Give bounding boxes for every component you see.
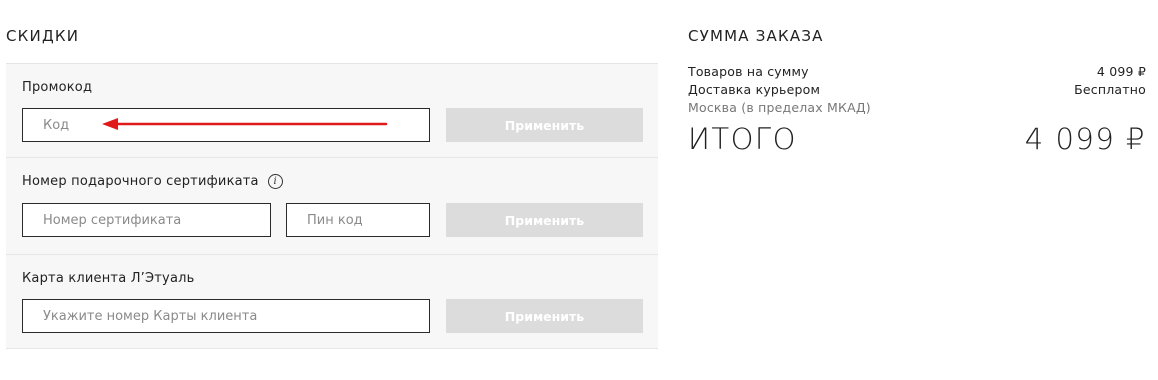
apply-certificate-button[interactable]: Применить	[446, 203, 643, 237]
delivery-value: Бесплатно	[1074, 82, 1146, 97]
total-row: ИТОГО 4 099 ₽	[688, 122, 1146, 156]
info-icon[interactable]: i	[267, 174, 283, 189]
certificate-number-input[interactable]	[22, 203, 271, 237]
goods-value: 4 099 ₽	[1096, 64, 1146, 79]
checkout-page: СКИДКИ Промокод Применить Номер подарочн…	[0, 0, 1158, 380]
goods-label: Товаров на сумму	[688, 64, 809, 79]
delivery-row: Доставка курьером Бесплатно	[688, 82, 1146, 97]
gift-certificate-label-row: Номер подарочного сертификата i	[22, 174, 283, 189]
client-card-input[interactable]	[22, 299, 430, 333]
discounts-title: СКИДКИ	[6, 27, 80, 45]
client-card-label: Карта клиента Л’Этуаль	[22, 271, 195, 286]
gift-certificate-label: Номер подарочного сертификата	[22, 174, 259, 189]
total-value: 4 099 ₽	[1024, 122, 1146, 156]
apply-promo-button[interactable]: Применить	[446, 108, 643, 142]
goods-row: Товаров на сумму 4 099 ₽	[688, 64, 1146, 79]
client-card-block: Карта клиента Л’Этуаль Применить	[6, 255, 658, 349]
promo-block: Промокод Применить	[6, 64, 658, 158]
gift-certificate-block: Номер подарочного сертификата i Применит…	[6, 158, 658, 255]
promo-label: Промокод	[22, 80, 93, 95]
discounts-panel: Промокод Применить Номер подарочного сер…	[6, 63, 658, 349]
delivery-note: Москва (в пределах МКАД)	[688, 100, 871, 115]
total-label: ИТОГО	[688, 122, 797, 156]
summary-title: СУММА ЗАКАЗА	[688, 27, 824, 45]
pin-code-input[interactable]	[286, 203, 430, 237]
red-arrow-annotation	[102, 118, 388, 130]
delivery-label: Доставка курьером	[688, 82, 821, 97]
apply-client-card-button[interactable]: Применить	[446, 299, 643, 333]
